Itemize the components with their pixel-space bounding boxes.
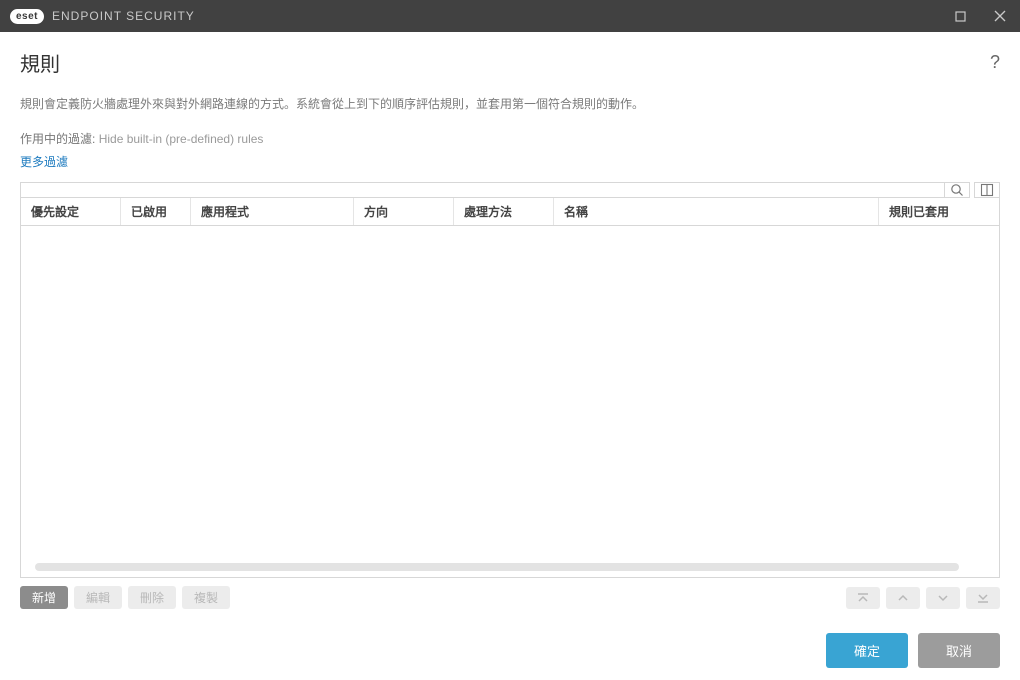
- search-icon[interactable]: [944, 182, 970, 198]
- col-name[interactable]: 名稱: [554, 198, 879, 225]
- cancel-button[interactable]: 取消: [918, 633, 1000, 668]
- move-top-button: [846, 587, 880, 609]
- active-filter-line: 作用中的過濾: Hide built-in (pre-defined) rule…: [20, 130, 1000, 147]
- move-bottom-button: [966, 587, 1000, 609]
- product-name: ENDPOINT SECURITY: [52, 9, 195, 23]
- window-controls: [940, 0, 1020, 32]
- move-down-button: [926, 587, 960, 609]
- page-title: 規則: [20, 48, 60, 77]
- horizontal-scrollbar[interactable]: [35, 563, 959, 571]
- col-applied[interactable]: 規則已套用: [879, 198, 999, 225]
- move-up-button: [886, 587, 920, 609]
- brand-logo: eset: [10, 9, 44, 24]
- page-description: 規則會定義防火牆處理外來與對外網路連線的方式。系統會從上到下的順序評估規則，並套…: [20, 95, 1000, 114]
- add-button[interactable]: 新增: [20, 586, 68, 609]
- ok-button[interactable]: 確定: [826, 633, 908, 668]
- copy-button: 複製: [182, 586, 230, 609]
- window-close-button[interactable]: [980, 0, 1020, 32]
- edit-button: 編輯: [74, 586, 122, 609]
- table-header: 優先設定 已啟用 應用程式 方向 處理方法 名稱 規則已套用: [21, 198, 999, 226]
- more-filter-link[interactable]: 更多過濾: [20, 153, 1000, 170]
- rules-table: 優先設定 已啟用 應用程式 方向 處理方法 名稱 規則已套用: [20, 198, 1000, 578]
- columns-icon[interactable]: [974, 182, 1000, 198]
- table-body[interactable]: [21, 226, 999, 577]
- col-application[interactable]: 應用程式: [191, 198, 354, 225]
- active-filter-label: 作用中的過濾:: [20, 132, 95, 146]
- col-method[interactable]: 處理方法: [454, 198, 554, 225]
- delete-button: 刪除: [128, 586, 176, 609]
- window-titlebar: eset ENDPOINT SECURITY: [0, 0, 1020, 32]
- active-filter-value: Hide built-in (pre-defined) rules: [99, 132, 264, 146]
- col-direction[interactable]: 方向: [354, 198, 454, 225]
- search-input[interactable]: [20, 182, 944, 198]
- window-maximize-button[interactable]: [940, 0, 980, 32]
- col-priority[interactable]: 優先設定: [21, 198, 121, 225]
- help-icon[interactable]: ?: [990, 52, 1000, 73]
- col-enabled[interactable]: 已啟用: [121, 198, 191, 225]
